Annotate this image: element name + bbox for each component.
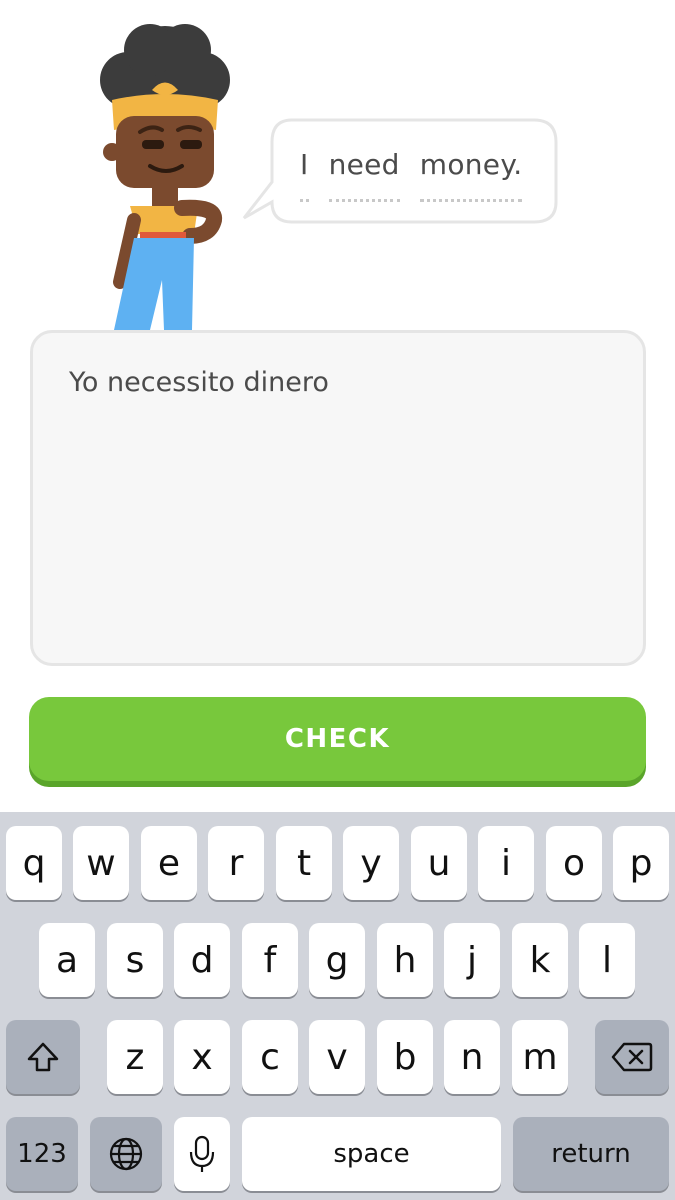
globe-key[interactable]	[90, 1117, 162, 1191]
key-j[interactable]: j	[444, 923, 500, 997]
key-v[interactable]: v	[309, 1020, 365, 1094]
key-t[interactable]: t	[276, 826, 332, 900]
key-q[interactable]: q	[6, 826, 62, 900]
key-s[interactable]: s	[107, 923, 163, 997]
key-o[interactable]: o	[546, 826, 602, 900]
globe-icon	[109, 1137, 143, 1171]
delete-icon	[611, 1042, 653, 1072]
speech-word[interactable]: I	[300, 148, 309, 202]
numbers-key[interactable]: 123	[6, 1117, 78, 1191]
key-d[interactable]: d	[174, 923, 230, 997]
key-r[interactable]: r	[208, 826, 264, 900]
speech-word[interactable]: need	[328, 148, 400, 202]
microphone-key[interactable]	[174, 1117, 230, 1191]
key-y[interactable]: y	[343, 826, 399, 900]
shift-key[interactable]	[6, 1020, 80, 1094]
character-illustration	[90, 20, 240, 330]
microphone-icon	[189, 1135, 215, 1172]
key-z[interactable]: z	[107, 1020, 163, 1094]
return-key[interactable]: return	[513, 1117, 669, 1191]
key-h[interactable]: h	[377, 923, 433, 997]
key-k[interactable]: k	[512, 923, 568, 997]
key-w[interactable]: w	[73, 826, 129, 900]
key-f[interactable]: f	[242, 923, 298, 997]
key-x[interactable]: x	[174, 1020, 230, 1094]
delete-key[interactable]	[595, 1020, 669, 1094]
answer-text: Yo necessito dinero	[69, 367, 329, 398]
speech-bubble: I need money.	[240, 118, 560, 228]
shift-icon	[27, 1042, 59, 1072]
speech-word[interactable]: money.	[419, 148, 523, 202]
key-c[interactable]: c	[242, 1020, 298, 1094]
answer-textarea[interactable]: Yo necessito dinero	[30, 330, 646, 666]
key-a[interactable]: a	[39, 923, 95, 997]
key-p[interactable]: p	[613, 826, 669, 900]
ios-keyboard: q w e r t y u i o p a s d f g h j k l z …	[0, 812, 675, 1200]
key-b[interactable]: b	[377, 1020, 433, 1094]
space-key[interactable]: space	[242, 1117, 501, 1191]
check-button[interactable]: CHECK	[29, 697, 646, 781]
key-g[interactable]: g	[309, 923, 365, 997]
key-u[interactable]: u	[411, 826, 467, 900]
speech-text: I need money.	[300, 148, 523, 202]
key-l[interactable]: l	[579, 923, 635, 997]
key-i[interactable]: i	[478, 826, 534, 900]
key-e[interactable]: e	[141, 826, 197, 900]
check-button-label: CHECK	[284, 724, 391, 754]
key-m[interactable]: m	[512, 1020, 568, 1094]
key-n[interactable]: n	[444, 1020, 500, 1094]
